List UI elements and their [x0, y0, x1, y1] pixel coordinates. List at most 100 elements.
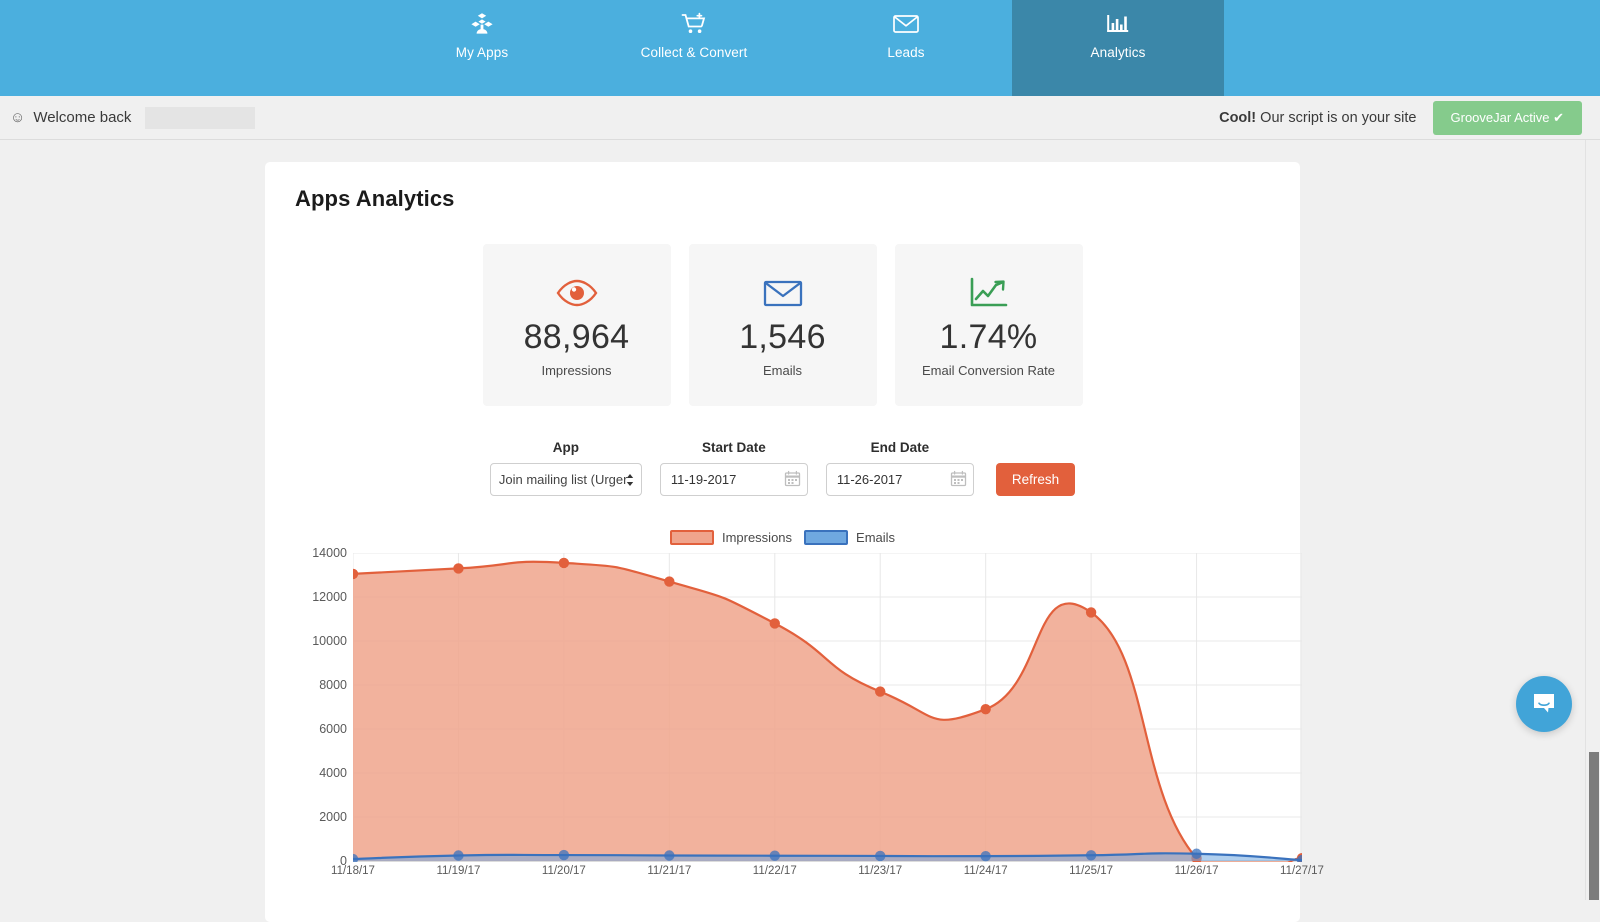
- script-status-text: Cool! Our script is on your site: [1219, 110, 1416, 126]
- nav-tab-label: Analytics: [1091, 45, 1146, 60]
- x-axis-tick-label: 11/20/17: [542, 865, 586, 877]
- data-point[interactable]: [770, 618, 780, 628]
- nav-tab-leads[interactable]: Leads: [800, 0, 1012, 96]
- legend-item-emails[interactable]: Emails: [804, 530, 895, 545]
- legend-swatch: [670, 530, 714, 545]
- stat-label: Emails: [763, 363, 802, 378]
- nav-tab-label: Collect & Convert: [641, 45, 748, 60]
- nav-tab-analytics[interactable]: Analytics: [1012, 0, 1224, 96]
- stat-label: Impressions: [541, 363, 611, 378]
- data-point[interactable]: [770, 851, 780, 861]
- data-point[interactable]: [875, 686, 885, 696]
- data-point[interactable]: [980, 704, 990, 714]
- welcome-bar: ☺ Welcome back Cool! Our script is on yo…: [0, 96, 1600, 140]
- stat-card-emails: 1,546 Emails: [689, 244, 877, 406]
- welcome-message-group: ☺ Welcome back: [10, 107, 255, 129]
- analytics-chart: Impressions Emails 0200040006000800010000…: [295, 530, 1270, 890]
- envelope-icon: [892, 9, 920, 39]
- x-axis-tick-label: 11/26/17: [1175, 865, 1219, 877]
- x-axis-tick-label: 11/24/17: [964, 865, 1008, 877]
- redacted-username: [145, 107, 255, 129]
- legend-label: Emails: [856, 530, 895, 545]
- y-axis-tick-label: 6000: [319, 722, 347, 736]
- filter-form: App Join mailing list (Urger Start Date …: [295, 440, 1270, 496]
- nav-tab-label: My Apps: [456, 45, 508, 60]
- cubes-icon: [469, 9, 495, 39]
- x-axis-tick-label: 11/19/17: [436, 865, 480, 877]
- line-chart-icon: [968, 272, 1010, 314]
- welcome-greeting: Welcome back: [33, 109, 131, 126]
- data-point[interactable]: [453, 850, 463, 860]
- nav-tab-my-apps[interactable]: My Apps: [376, 0, 588, 96]
- app-select[interactable]: Join mailing list (Urger: [490, 463, 642, 496]
- select-arrows-icon: [626, 473, 634, 487]
- nav-tab-collect-and-convert[interactable]: Collect & Convert: [588, 0, 800, 96]
- start-date-value: 11-19-2017: [671, 472, 737, 487]
- data-point[interactable]: [980, 851, 990, 861]
- refresh-button[interactable]: Refresh: [996, 463, 1075, 496]
- calendar-icon[interactable]: [950, 470, 967, 490]
- data-point[interactable]: [559, 850, 569, 860]
- script-status-rest: Our script is on your site: [1256, 110, 1416, 126]
- end-date-label: End Date: [826, 440, 974, 455]
- smiley-icon: ☺: [10, 110, 25, 125]
- chart-y-axis: 02000400060008000100001200014000: [297, 553, 347, 861]
- data-point[interactable]: [1191, 849, 1201, 859]
- stat-card-impressions: 88,964 Impressions: [483, 244, 671, 406]
- chat-bubble-icon[interactable]: [1516, 676, 1572, 732]
- stat-value: 1.74%: [940, 318, 1038, 357]
- y-axis-tick-label: 8000: [319, 678, 347, 692]
- start-date-field: Start Date 11-19-2017: [660, 440, 808, 496]
- y-axis-tick-label: 2000: [319, 810, 347, 824]
- chart-legend: Impressions Emails: [295, 530, 1270, 545]
- data-point[interactable]: [664, 576, 674, 586]
- start-date-input[interactable]: 11-19-2017: [660, 463, 808, 496]
- analytics-panel: Apps Analytics 88,964 Impressions 1,546: [265, 162, 1300, 922]
- x-axis-tick-label: 11/25/17: [1069, 865, 1113, 877]
- start-date-label: Start Date: [660, 440, 808, 455]
- x-axis-tick-label: 11/27/17: [1280, 865, 1324, 877]
- data-point[interactable]: [875, 851, 885, 861]
- app-field-label: App: [490, 440, 642, 455]
- data-point[interactable]: [1086, 607, 1096, 617]
- data-point[interactable]: [664, 850, 674, 860]
- y-axis-tick-label: 4000: [319, 766, 347, 780]
- stat-cards-row: 88,964 Impressions 1,546 Emails 1.7: [295, 244, 1270, 406]
- page-scrollbar-track[interactable]: [1585, 140, 1600, 900]
- cart-plus-icon: [680, 9, 708, 39]
- data-point[interactable]: [559, 558, 569, 568]
- nav-tab-label: Leads: [887, 45, 924, 60]
- legend-swatch: [804, 530, 848, 545]
- top-navigation-bar: My Apps Collect & Convert Leads: [0, 0, 1600, 96]
- y-axis-tick-label: 10000: [312, 634, 347, 648]
- page-title: Apps Analytics: [295, 186, 1270, 212]
- x-axis-tick-label: 11/18/17: [331, 865, 375, 877]
- stat-card-email-conversion-rate: 1.74% Email Conversion Rate: [895, 244, 1083, 406]
- legend-item-impressions[interactable]: Impressions: [670, 530, 792, 545]
- stat-value: 88,964: [524, 318, 630, 357]
- chart-plot-area: 02000400060008000100001200014000 11/18/1…: [353, 553, 1242, 861]
- script-status-group: Cool! Our script is on your site GrooveJ…: [1219, 101, 1582, 135]
- data-point[interactable]: [453, 563, 463, 573]
- app-select-value: Join mailing list (Urger: [499, 472, 628, 487]
- envelope-icon: [762, 272, 804, 314]
- series-area-impressions: [353, 562, 1302, 862]
- script-status-emphasis: Cool!: [1219, 110, 1256, 126]
- legend-label: Impressions: [722, 530, 792, 545]
- data-point[interactable]: [1086, 850, 1096, 860]
- chart-svg: [353, 553, 1302, 862]
- x-axis-tick-label: 11/22/17: [753, 865, 797, 877]
- x-axis-tick-label: 11/23/17: [858, 865, 902, 877]
- end-date-field: End Date 11-26-2017: [826, 440, 974, 496]
- x-axis-tick-label: 11/21/17: [647, 865, 691, 877]
- page-scrollbar-thumb[interactable]: [1589, 752, 1599, 900]
- groovejar-active-badge[interactable]: GrooveJar Active ✔: [1433, 101, 1583, 135]
- end-date-input[interactable]: 11-26-2017: [826, 463, 974, 496]
- y-axis-tick-label: 14000: [312, 546, 347, 560]
- calendar-icon[interactable]: [784, 470, 801, 490]
- chart-x-axis: 11/18/1711/19/1711/20/1711/21/1711/22/17…: [353, 865, 1242, 883]
- stat-value: 1,546: [739, 318, 826, 357]
- stat-label: Email Conversion Rate: [922, 363, 1055, 378]
- app-field: App Join mailing list (Urger: [490, 440, 642, 496]
- end-date-value: 11-26-2017: [837, 472, 903, 487]
